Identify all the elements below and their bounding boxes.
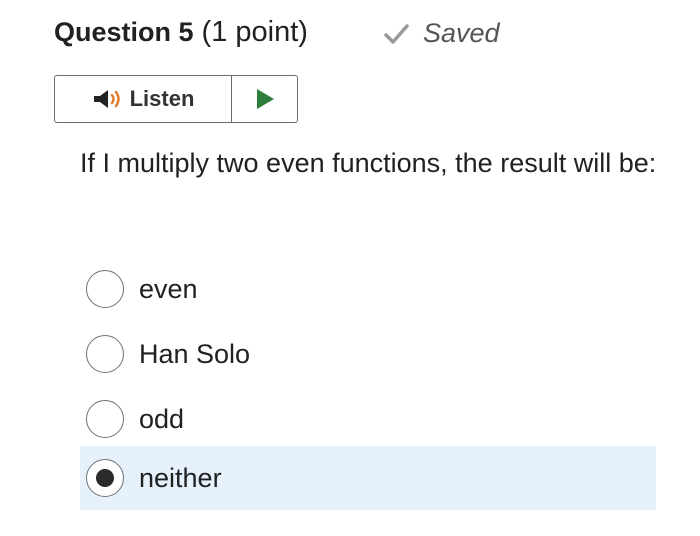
radio-button[interactable] (86, 335, 124, 373)
speaker-icon (93, 90, 120, 108)
option-label: Han Solo (139, 338, 251, 369)
play-icon (256, 89, 274, 109)
question-text: If I multiply two even functions, the re… (80, 148, 657, 178)
option-odd[interactable]: odd (80, 387, 656, 451)
radio-dot (96, 469, 114, 487)
checkmark-icon (384, 23, 409, 44)
play-button[interactable] (231, 76, 297, 122)
option-label: neither (139, 462, 222, 493)
option-neither[interactable]: neither (80, 446, 656, 510)
question-header: Question 5 (1 point) (54, 16, 308, 56)
radio-button[interactable] (86, 270, 124, 308)
read-aloud-toolbar: Listen (54, 75, 298, 123)
listen-label: Listen (129, 86, 195, 111)
option-han-solo[interactable]: Han Solo (80, 322, 656, 386)
saved-label: Saved (423, 18, 500, 48)
question-points: (1 point) (201, 16, 308, 48)
radio-button-selected[interactable] (86, 459, 124, 497)
listen-button[interactable]: Listen (55, 76, 231, 122)
question-title: Question 5 (54, 17, 194, 47)
option-label: even (139, 273, 198, 304)
radio-button[interactable] (86, 400, 124, 438)
saved-status: Saved (381, 18, 500, 49)
option-label: odd (139, 403, 185, 434)
option-even[interactable]: even (80, 257, 656, 321)
